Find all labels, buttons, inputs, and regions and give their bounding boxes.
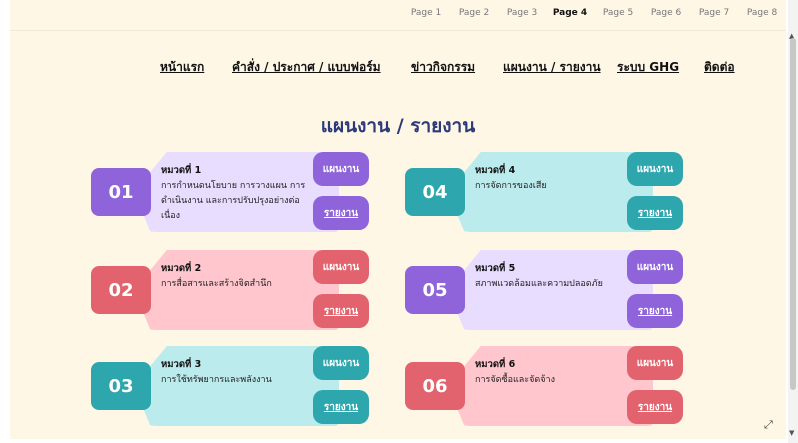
category-card-02: 02 หมวดที่ 2 การสื่อสารและสร้างจิตสำนึก แผน… (91, 250, 369, 332)
scrollbar-thumb[interactable] (790, 38, 796, 390)
card-category: หมวดที่ 5 (475, 263, 516, 274)
category-card-01: 01 หมวดที่ 1 การกำหนดนโยบาย การวางแผน การด… (91, 152, 369, 234)
page-tab-8[interactable]: Page 8 (738, 8, 786, 18)
nav-link-6[interactable]: ติดต่อ (704, 58, 735, 77)
report-button[interactable]: รายงาน (313, 196, 369, 230)
plan-button[interactable]: แผนงาน (627, 250, 683, 284)
page-tab-6[interactable]: Page 6 (642, 8, 690, 18)
page-tab-1[interactable]: Page 1 (402, 8, 450, 18)
card-description: การจัดซื้อและจัดจ้าง (475, 375, 555, 385)
page-tabs: Page 1 Page 2 Page 3 Page 4 Page 5 Page 6 Page… (402, 8, 786, 18)
card-description: สภาพแวดล้อมและความปลอดภัย (475, 279, 603, 289)
card-number: 02 (91, 266, 151, 314)
top-divider (10, 30, 786, 31)
page-tab-2[interactable]: Page 2 (450, 8, 498, 18)
nav-link-2[interactable]: คำสั่ง / ประกาศ / แบบฟอร์ม (232, 58, 381, 77)
report-button[interactable]: รายงาน (313, 390, 369, 424)
report-button[interactable]: รายงาน (627, 390, 683, 424)
plan-button[interactable]: แผนงาน (313, 152, 369, 186)
report-button[interactable]: รายงาน (627, 294, 683, 328)
page-tab-7[interactable]: Page 7 (690, 8, 738, 18)
card-number: 03 (91, 362, 151, 410)
page-frame: Page 1 Page 2 Page 3 Page 4 Page 5 Page 6 Page… (10, 0, 786, 439)
card-description: การใช้ทรัพยากรและพลังงาน (161, 375, 272, 385)
nav-link-5[interactable]: ระบบ GHG (617, 58, 679, 77)
main-nav: หน้าแรก คำสั่ง / ประกาศ / แบบฟอร์ม ข่าวกิจ… (10, 58, 786, 76)
card-description: การจัดการของเสีย (475, 181, 547, 191)
vertical-scrollbar[interactable]: ▲ ▼ (788, 0, 798, 443)
plan-button[interactable]: แผนงาน (313, 250, 369, 284)
nav-link-3[interactable]: ข่าวกิจกรรม (411, 58, 475, 77)
card-number: 04 (405, 168, 465, 216)
card-category: หมวดที่ 2 (161, 263, 202, 274)
category-card-03: 03 หมวดที่ 3 การใช้ทรัพยากรและพลังงาน แผนงา… (91, 346, 369, 428)
category-card-05: 05 หมวดที่ 5 สภาพแวดล้อมและความปลอดภัย แผนง… (405, 250, 683, 332)
category-card-06: 06 หมวดที่ 6 การจัดซื้อและจัดจ้าง แผนงานราย… (405, 346, 683, 428)
page-tab-4[interactable]: Page 4 (546, 8, 594, 18)
card-category: หมวดที่ 6 (475, 359, 516, 370)
report-button[interactable]: รายงาน (627, 196, 683, 230)
nav-link-1[interactable]: หน้าแรก (160, 58, 204, 77)
expand-icon[interactable]: ⤢ (764, 418, 773, 432)
card-category: หมวดที่ 4 (475, 165, 516, 176)
plan-button[interactable]: แผนงาน (313, 346, 369, 380)
card-category: หมวดที่ 3 (161, 359, 202, 370)
nav-link-4[interactable]: แผนงาน / รายงาน (503, 58, 601, 77)
plan-button[interactable]: แผนงาน (627, 152, 683, 186)
plan-button[interactable]: แผนงาน (627, 346, 683, 380)
page-tab-5[interactable]: Page 5 (594, 8, 642, 18)
card-category: หมวดที่ 1 (161, 165, 202, 176)
scroll-down-icon[interactable]: ▼ (789, 429, 794, 437)
report-button[interactable]: รายงาน (313, 294, 369, 328)
card-number: 06 (405, 362, 465, 410)
category-card-04: 04 หมวดที่ 4 การจัดการของเสีย แผนงานรายงาน (405, 152, 683, 234)
card-number: 01 (91, 168, 151, 216)
page-tab-3[interactable]: Page 3 (498, 8, 546, 18)
page-title: แผนงาน / รายงาน (320, 115, 476, 137)
card-number: 05 (405, 266, 465, 314)
card-description: การสื่อสารและสร้างจิตสำนึก (161, 279, 272, 289)
card-description: การกำหนดนโยบาย การวางแผน การดำเนินงาน แล… (161, 181, 306, 221)
